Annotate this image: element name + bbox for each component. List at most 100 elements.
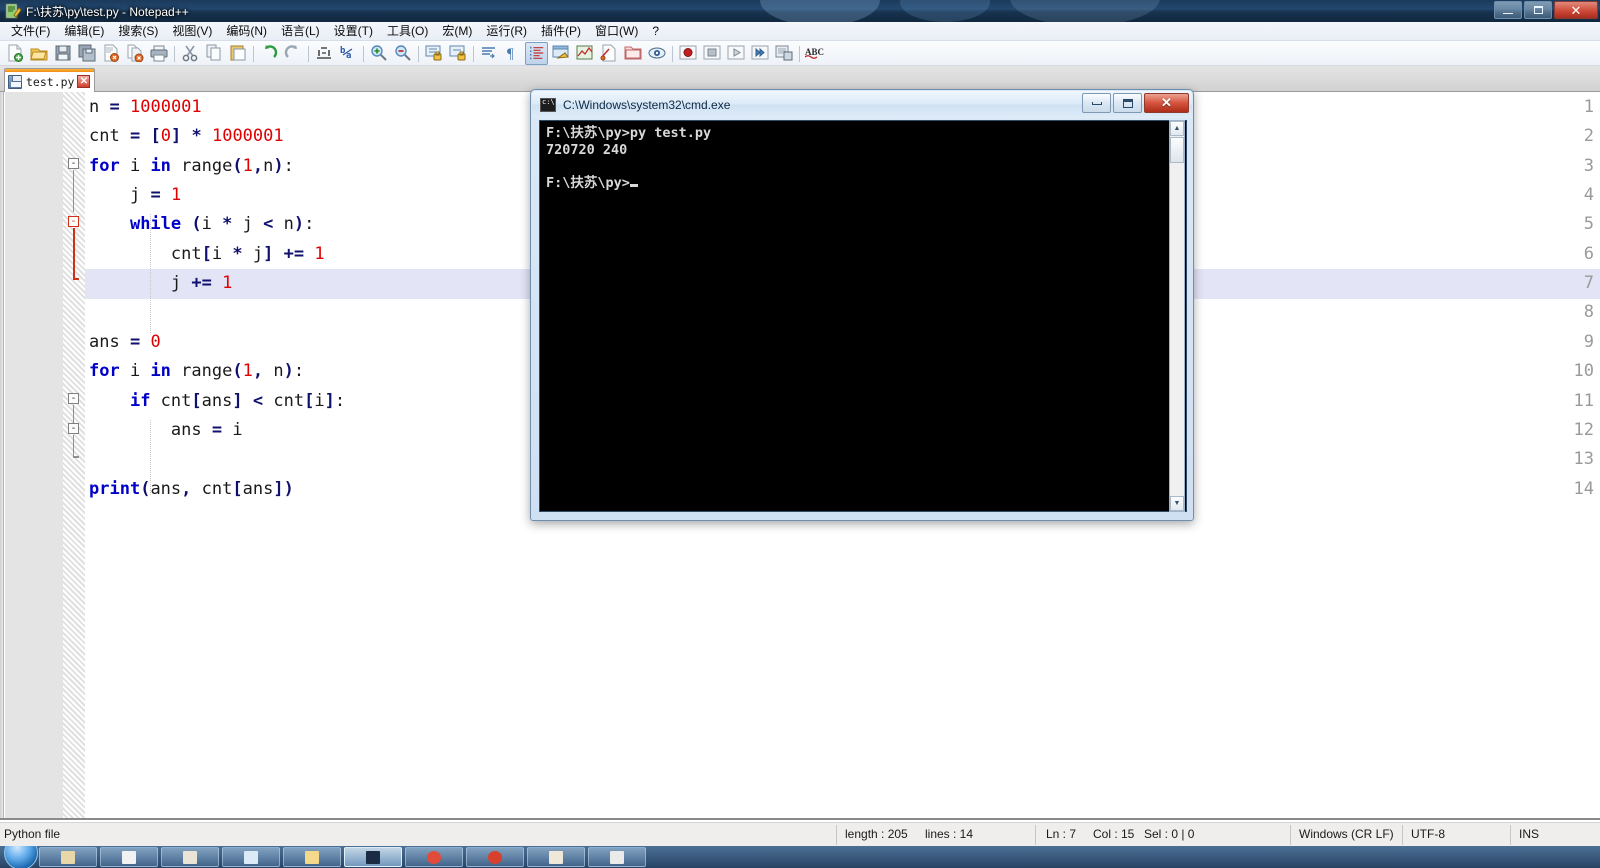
window-titlebar[interactable]: F:\扶苏\py\test.py - Notepad++ ✕: [0, 0, 1600, 22]
toolbar-undo-button[interactable]: [257, 42, 280, 65]
toolbar-cut-button[interactable]: [178, 42, 201, 65]
titlebar-glass-highlight-2: [900, 0, 990, 22]
scroll-up-arrow-icon[interactable]: ▲: [1170, 121, 1184, 136]
fold-marker-line-3[interactable]: -: [68, 158, 79, 169]
toolbar: b a ¶ ABC: [0, 41, 1600, 66]
code-token: range: [170, 361, 233, 381]
cmd-vertical-scrollbar[interactable]: ▲ ▼: [1169, 120, 1185, 512]
toolbar-open-file-button[interactable]: [27, 42, 50, 65]
toolbar-record-macro-button[interactable]: [676, 42, 699, 65]
sync-horizontal-scroll-icon: [449, 45, 465, 61]
function-list-icon: [600, 44, 615, 62]
toolbar-folder-as-workspace-button[interactable]: [621, 42, 644, 65]
editor-fold-margin[interactable]: [63, 92, 85, 818]
code-token: *: [191, 126, 202, 146]
scroll-down-arrow-icon[interactable]: ▼: [1170, 496, 1184, 511]
code-token: :: [293, 361, 305, 381]
toolbar-save-button[interactable]: [51, 42, 74, 65]
toolbar-new-file-button[interactable]: [3, 42, 26, 65]
taskbar-item-2[interactable]: [100, 847, 158, 867]
menu-plugins[interactable]: 插件(P): [534, 21, 588, 41]
menu-encoding[interactable]: 编码(N): [219, 21, 274, 41]
taskbar-item-3[interactable]: [161, 847, 219, 867]
toolbar-close-file-button[interactable]: [99, 42, 122, 65]
taskbar-item-4[interactable]: [222, 847, 280, 867]
cmd-close-button[interactable]: ✕: [1144, 93, 1189, 113]
taskbar-item-8[interactable]: [466, 847, 524, 867]
taskbar-item-9[interactable]: [527, 847, 585, 867]
toolbar-indent-guide-button[interactable]: [525, 41, 548, 65]
code-token: +=: [191, 273, 212, 293]
taskbar-item-icon: [610, 850, 624, 864]
menu-macro[interactable]: 宏(M): [435, 21, 479, 41]
fold-marker-line-5[interactable]: -: [68, 216, 79, 227]
menu-window[interactable]: 窗口(W): [588, 21, 645, 41]
toolbar-save-all-button[interactable]: [75, 42, 98, 65]
toolbar-zoom-in-button[interactable]: [367, 42, 390, 65]
menu-view[interactable]: 视图(V): [165, 21, 219, 41]
code-token: n: [89, 97, 100, 117]
toolbar-spell-check-button[interactable]: ABC: [803, 42, 826, 65]
toolbar-save-macro-button[interactable]: [772, 42, 795, 65]
toolbar-sync-vertical-scroll-button[interactable]: [422, 42, 445, 65]
code-token: ]: [170, 126, 182, 146]
cmd-minimize-button[interactable]: [1082, 93, 1111, 113]
toolbar-print-button[interactable]: [147, 42, 170, 65]
toolbar-sync-horizontal-scroll-button[interactable]: [446, 42, 469, 65]
scrollbar-thumb[interactable]: [1170, 137, 1184, 163]
taskbar-item-5[interactable]: [283, 847, 341, 867]
toolbar-find-button[interactable]: [312, 42, 335, 65]
toolbar-show-all-characters-button[interactable]: ¶: [501, 42, 524, 65]
cmd-window[interactable]: C:\Windows\system32\cmd.exe ✕ F:\扶苏\py>p…: [530, 89, 1194, 521]
taskbar-item-1[interactable]: [39, 847, 97, 867]
toolbar-redo-button[interactable]: [281, 42, 304, 65]
toolbar-play-macro-button[interactable]: [724, 42, 747, 65]
fold-marker-line-11[interactable]: -: [68, 423, 79, 434]
toolbar-monitoring-button[interactable]: [645, 42, 668, 65]
toolbar-document-map-button[interactable]: [573, 42, 596, 65]
code-token: 1: [170, 185, 182, 205]
windows-taskbar[interactable]: [0, 846, 1600, 868]
toolbar-stop-recording-button[interactable]: [700, 42, 723, 65]
cmd-maximize-button[interactable]: [1113, 93, 1142, 113]
taskbar-item-7[interactable]: [405, 847, 463, 867]
taskbar-item-10[interactable]: [588, 847, 646, 867]
toolbar-function-list-button[interactable]: [597, 42, 620, 65]
menu-tools[interactable]: 工具(O): [380, 21, 435, 41]
menu-run[interactable]: 运行(R): [479, 21, 534, 41]
editor-bookmark-margin[interactable]: [0, 92, 4, 818]
close-icon: ✕: [1161, 95, 1172, 110]
minimize-icon: [1503, 12, 1513, 14]
toolbar-copy-button[interactable]: [202, 42, 225, 65]
window-close-button[interactable]: ✕: [1554, 1, 1598, 19]
taskbar-item-6[interactable]: [344, 847, 402, 867]
start-orb-button[interactable]: [0, 846, 38, 868]
cmd-window-controls[interactable]: ✕: [1082, 93, 1189, 113]
taskbar-item-icon: [366, 850, 380, 864]
menu-search[interactable]: 搜索(S): [111, 21, 165, 41]
toolbar-replace-button[interactable]: b a: [336, 42, 359, 65]
code-token: while: [129, 214, 182, 234]
menu-settings[interactable]: 设置(T): [327, 21, 380, 41]
toolbar-word-wrap-button[interactable]: [477, 42, 500, 65]
saved-file-icon: [8, 74, 22, 89]
toolbar-close-all-button[interactable]: [123, 42, 146, 65]
tab-close-icon[interactable]: ✕: [77, 75, 91, 88]
toolbar-run-macro-multiple-button[interactable]: [748, 42, 771, 65]
menu-edit[interactable]: 编辑(E): [57, 21, 111, 41]
menu-language[interactable]: 语言(L): [274, 21, 327, 41]
cmd-titlebar[interactable]: C:\Windows\system32\cmd.exe ✕: [532, 91, 1192, 118]
menu-help[interactable]: ?: [645, 23, 666, 40]
cmd-console-output[interactable]: F:\扶苏\py>py test.py 720720 240 F:\扶苏\py>: [539, 120, 1187, 512]
menu-file[interactable]: 文件(F): [4, 21, 57, 41]
window-minimize-button[interactable]: [1494, 1, 1522, 19]
window-maximize-button[interactable]: [1524, 1, 1552, 19]
tab-test-py[interactable]: test.py ✕: [4, 68, 96, 92]
toolbar-user-defined-dialog-button[interactable]: [549, 42, 572, 65]
toolbar-paste-button[interactable]: [226, 42, 249, 65]
editor-line-number-margin: [5, 92, 63, 818]
fold-marker-line-10[interactable]: -: [68, 393, 79, 404]
window-controls[interactable]: ✕: [1494, 1, 1598, 19]
toolbar-zoom-out-button[interactable]: [391, 42, 414, 65]
